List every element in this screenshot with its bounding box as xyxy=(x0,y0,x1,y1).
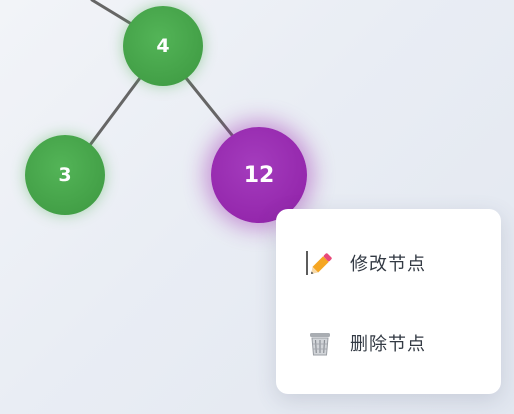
delete-node-label: 删除节点 xyxy=(350,334,426,355)
tree-node-3[interactable]: 3 xyxy=(25,135,105,215)
delete-node-menu-item[interactable]: 删除节点 xyxy=(276,303,501,383)
tree-node-4[interactable]: 4 xyxy=(123,6,203,86)
pencil-icon xyxy=(304,247,336,279)
edit-node-menu-item[interactable]: 修改节点 xyxy=(276,223,501,303)
tree-node-3-label: 3 xyxy=(58,164,72,186)
tree-node-12-label: 12 xyxy=(243,162,275,188)
edge-4-to-12 xyxy=(184,76,238,142)
tree-node-4-label: 4 xyxy=(156,35,170,57)
node-context-menu: 修改节点 删除节点 xyxy=(276,209,501,394)
edge-4-to-3 xyxy=(88,76,142,147)
wastebasket-icon xyxy=(304,327,336,359)
edit-node-label: 修改节点 xyxy=(350,254,426,275)
